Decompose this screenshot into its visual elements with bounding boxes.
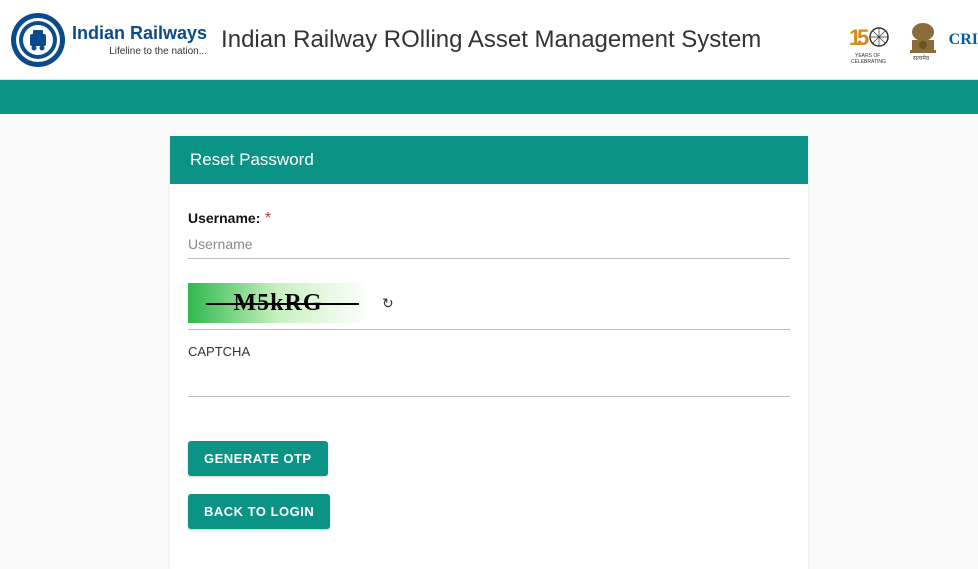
required-indicator: * xyxy=(265,210,271,227)
header-right: 1 5 YEARS OF CELEBRATING सत्यमेव CRI xyxy=(847,15,978,65)
brand-main: Indian Railways xyxy=(72,23,207,44)
refresh-captcha-icon[interactable]: ↻ xyxy=(382,295,394,312)
username-label: Username: xyxy=(188,210,260,226)
svg-text:5: 5 xyxy=(857,25,869,50)
india-emblem-icon: सत्यमेव xyxy=(905,18,941,62)
button-row-1: GENERATE OTP xyxy=(188,441,790,476)
username-input[interactable] xyxy=(188,228,790,259)
system-title: Indian Railway ROlling Asset Management … xyxy=(221,26,847,54)
reset-password-card: Reset Password Username: * M5kRG ↻ CAPTC… xyxy=(170,136,808,569)
username-field-group: Username: * xyxy=(188,210,790,259)
back-to-login-button[interactable]: BACK TO LOGIN xyxy=(188,494,330,529)
page-header: Indian Railways Lifeline to the nation..… xyxy=(0,0,978,80)
brand-tagline: Lifeline to the nation... xyxy=(72,46,207,57)
cris-text: CRI xyxy=(949,31,978,49)
captcha-strike-line xyxy=(206,303,359,305)
svg-text:सत्यमेव: सत्यमेव xyxy=(913,54,930,62)
generate-otp-button[interactable]: GENERATE OTP xyxy=(188,441,328,476)
brand-text: Indian Railways Lifeline to the nation..… xyxy=(72,23,207,57)
card-body: Username: * M5kRG ↻ CAPTCHA GENERATE OTP xyxy=(170,184,808,569)
card-title: Reset Password xyxy=(170,136,808,184)
captcha-row: M5kRG ↻ xyxy=(188,283,790,330)
svg-text:CELEBRATING: CELEBRATING xyxy=(851,59,886,65)
mahatma-150-icon: 1 5 YEARS OF CELEBRATING xyxy=(847,15,897,65)
captcha-input[interactable] xyxy=(188,369,790,399)
brand-block: Indian Railways Lifeline to the nation..… xyxy=(10,12,207,68)
captcha-image: M5kRG xyxy=(188,283,368,323)
nav-bar xyxy=(0,80,978,114)
captcha-input-wrap xyxy=(188,369,790,397)
captcha-label: CAPTCHA xyxy=(188,344,790,359)
indian-railways-logo-icon xyxy=(10,12,66,68)
main-content: Reset Password Username: * M5kRG ↻ CAPTC… xyxy=(0,114,978,569)
button-row-2: BACK TO LOGIN xyxy=(188,494,790,529)
